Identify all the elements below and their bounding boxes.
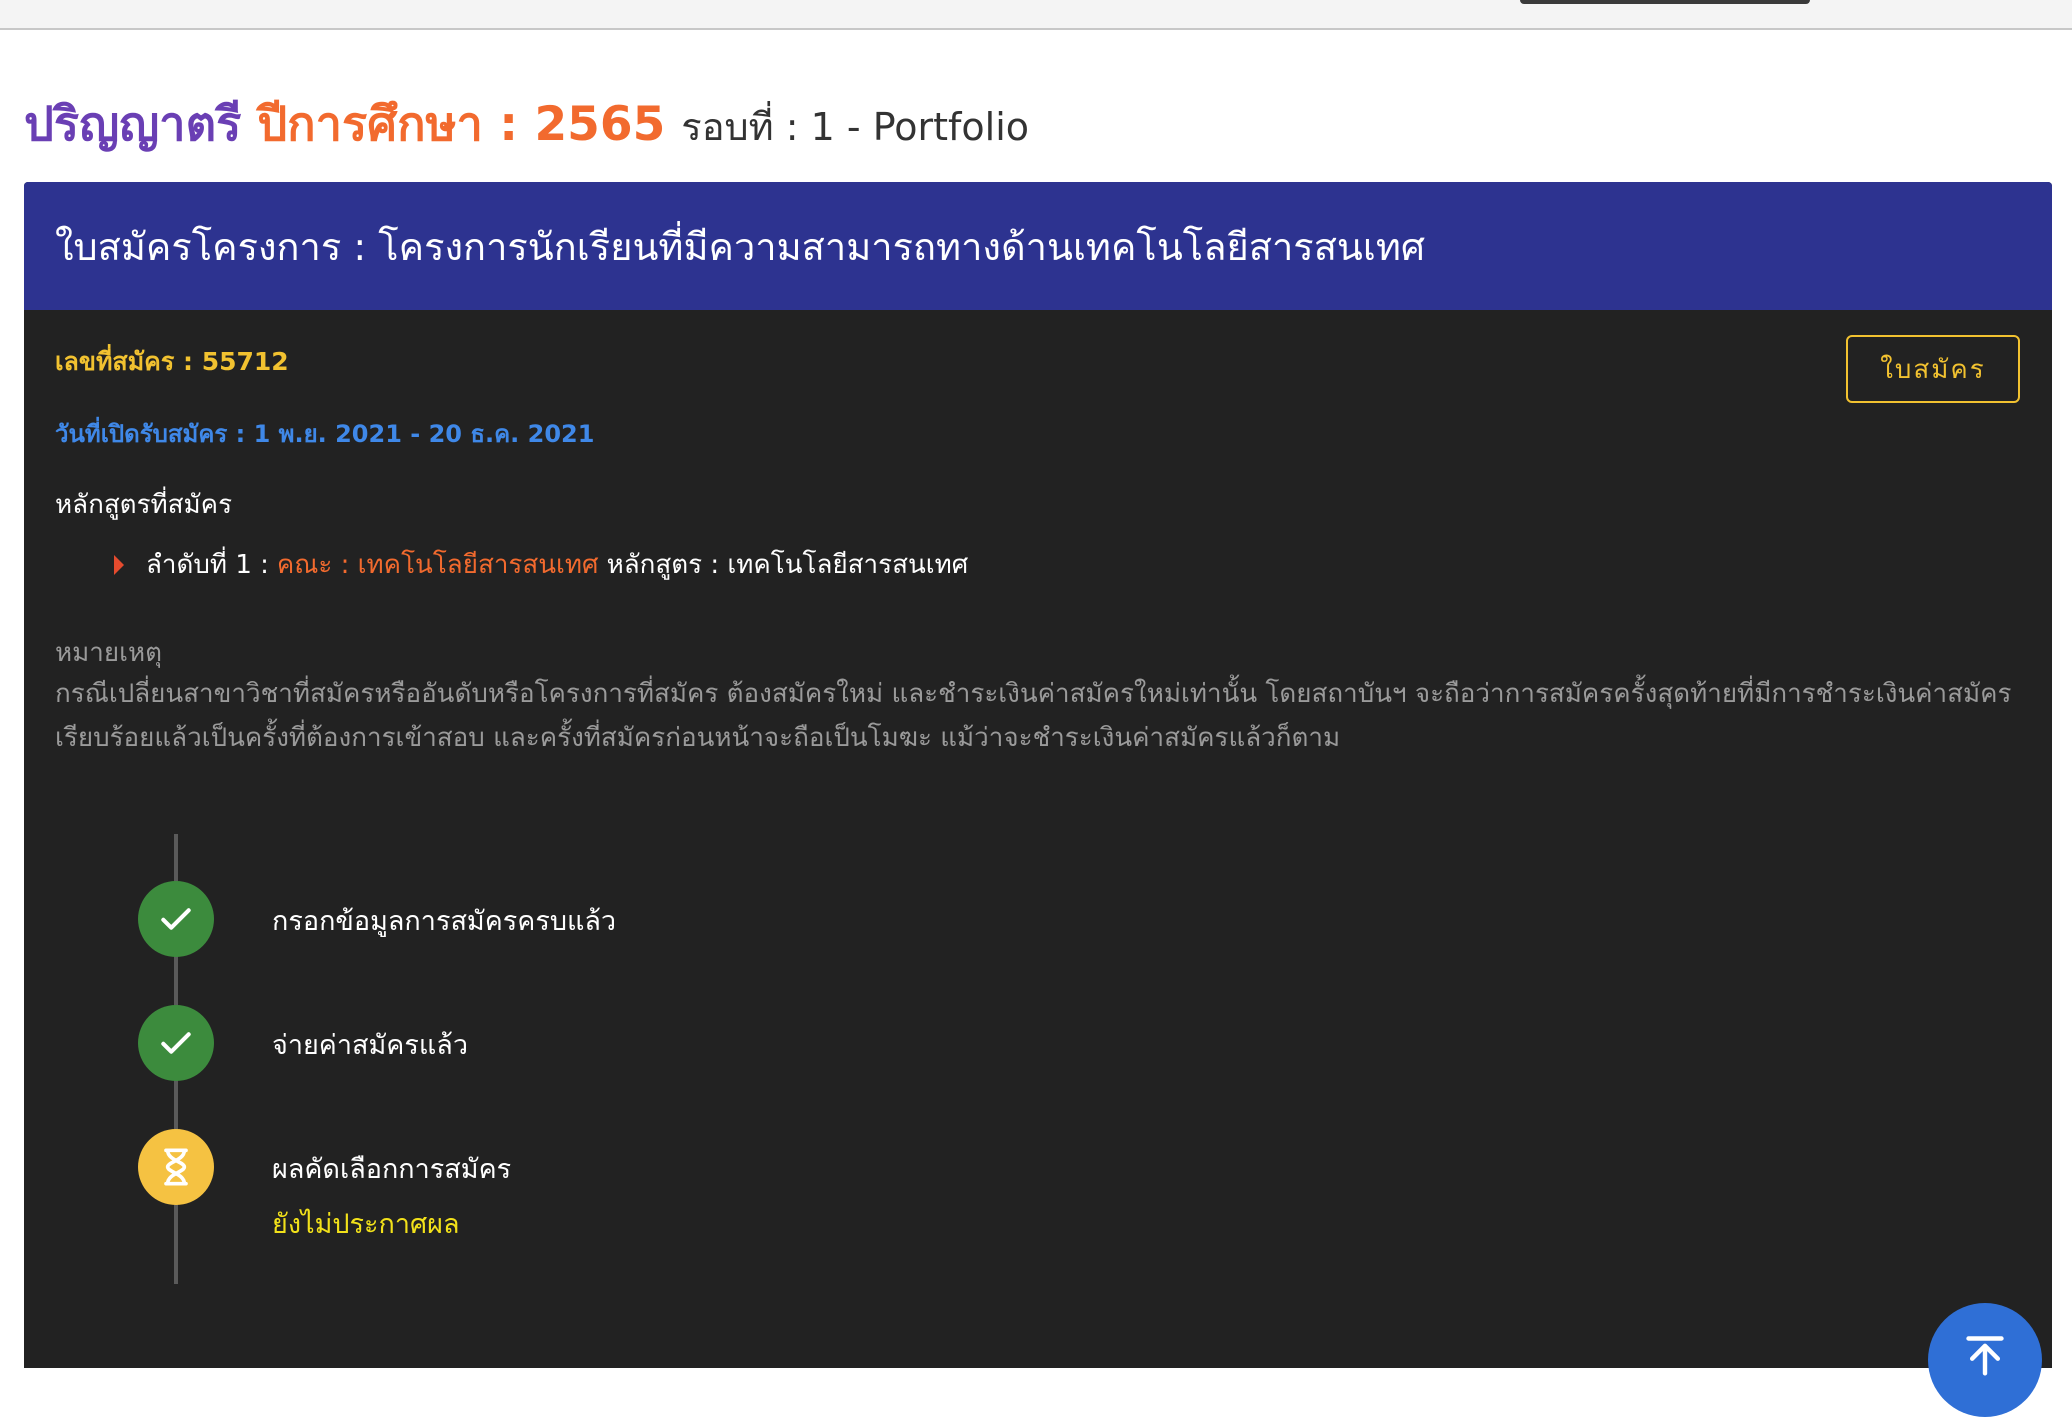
caret-right-icon bbox=[114, 554, 124, 575]
course-order: ลำดับที่ 1 : bbox=[146, 550, 269, 580]
course-program: หลักสูตร : เทคโนโลยีสารสนเทศ bbox=[606, 550, 969, 580]
application-card: ใบสมัครโครงการ : โครงการนักเรียนที่มีควา… bbox=[24, 182, 2052, 1368]
note-text: กรณีเปลี่ยนสาขาวิชาที่สมัครหรืออันดับหรื… bbox=[55, 679, 2012, 753]
application-open-dates: วันที่เปิดรับสมัคร : 1 พ.ย. 2021 - 20 ธ.… bbox=[55, 420, 595, 448]
courses-heading: หลักสูตรที่สมัคร bbox=[55, 490, 233, 520]
timeline-step-paid: จ่ายค่าสมัครแล้ว bbox=[138, 1005, 468, 1081]
round-label: รอบที่ : 1 - Portfolio bbox=[681, 105, 1030, 149]
result-status: ยังไม่ประกาศผล bbox=[272, 1209, 460, 1240]
page-header: ปริญญาตรี ปีการศึกษา : 2565 รอบที่ : 1 -… bbox=[24, 86, 1029, 156]
timeline-step-form-complete: กรอกข้อมูลการสมัครครบแล้ว bbox=[138, 881, 616, 957]
card-header: ใบสมัครโครงการ : โครงการนักเรียนที่มีควา… bbox=[24, 182, 2052, 310]
arrow-up-to-top-icon bbox=[1966, 1336, 2004, 1376]
check-icon bbox=[138, 1005, 214, 1081]
check-icon bbox=[138, 881, 214, 957]
hourglass-icon bbox=[138, 1129, 214, 1205]
note-heading: หมายเหตุ bbox=[55, 638, 163, 668]
application-form-button[interactable]: ใบสมัคร bbox=[1846, 335, 2020, 403]
application-number: เลขที่สมัคร : 55712 bbox=[55, 347, 289, 376]
degree-title: ปริญญาตรี bbox=[24, 97, 242, 152]
course-faculty: คณะ : เทคโนโลยีสารสนเทศ bbox=[276, 550, 599, 580]
academic-year: ปีการศึกษา : 2565 bbox=[257, 97, 666, 152]
course-list-item: ลำดับที่ 1 : คณะ : เทคโนโลยีสารสนเทศ หลั… bbox=[114, 544, 968, 585]
timeline-step-result: ผลคัดเลือกการสมัคร ยังไม่ประกาศผล bbox=[138, 1129, 511, 1245]
top-bar-tab-indicator bbox=[1520, 0, 1810, 4]
timeline-step-label: จ่ายค่าสมัครแล้ว bbox=[272, 1030, 468, 1061]
timeline-step-label: ผลคัดเลือกการสมัคร bbox=[272, 1154, 512, 1185]
card-title: ใบสมัครโครงการ : โครงการนักเรียนที่มีควา… bbox=[55, 224, 1426, 269]
top-bar bbox=[0, 0, 2072, 30]
timeline-step-label: กรอกข้อมูลการสมัครครบแล้ว bbox=[272, 906, 617, 937]
scroll-to-top-button[interactable] bbox=[1928, 1303, 2042, 1417]
